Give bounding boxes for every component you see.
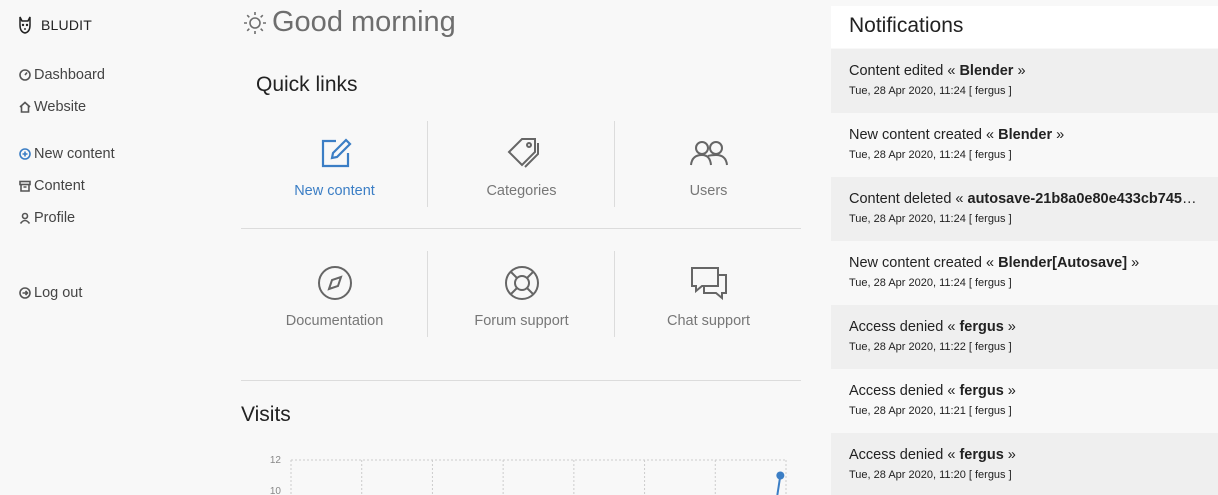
- visits-title: Visits: [241, 403, 291, 426]
- sidebar-item-dashboard[interactable]: Dashboard: [19, 67, 105, 83]
- notification-subject: fergus: [959, 447, 1004, 463]
- notification-suffix: »: [1003, 447, 1016, 463]
- notification-subject: fergus: [959, 319, 1004, 335]
- compass-icon: [317, 266, 352, 300]
- notification-suffix: »: [1003, 319, 1016, 335]
- notification-item[interactable]: Access denied « fergus » Tue, 28 Apr 202…: [831, 305, 1218, 369]
- sidebar-item-label: Content: [34, 178, 85, 194]
- notification-message: Content deleted « autosave-21b8a0e80e433…: [849, 191, 1200, 207]
- notification-prefix: Access denied «: [849, 319, 960, 335]
- chat-icon: [690, 267, 727, 301]
- sidebar-item-website[interactable]: Website: [19, 99, 86, 115]
- quick-links-row: Documentation Forum support Chat support: [241, 251, 801, 337]
- notification-item[interactable]: Access denied « fergus » Tue, 28 Apr 202…: [831, 433, 1218, 495]
- quick-link-label: Users: [689, 183, 728, 199]
- notification-item[interactable]: Content edited « Blender » Tue, 28 Apr 2…: [831, 49, 1218, 113]
- sidebar-item-label: New content: [34, 146, 115, 162]
- quick-link-label: Forum support: [474, 313, 569, 329]
- notifications-panel: Notifications Content edited « Blender »…: [831, 0, 1218, 495]
- notification-prefix: New content created «: [849, 127, 999, 143]
- notification-prefix: New content created «: [849, 255, 999, 271]
- sidebar-item-content[interactable]: Content: [19, 178, 85, 194]
- notification-subject: Blender: [998, 127, 1053, 143]
- edit-icon: [321, 138, 352, 168]
- greeting-text: Good morning: [272, 6, 456, 38]
- sidebar-item-label: Dashboard: [34, 67, 105, 83]
- users-icon: [689, 141, 728, 166]
- quick-links-title: Quick links: [256, 73, 358, 96]
- notification-subject: Blender[Autosave]: [998, 255, 1128, 271]
- notification-subject: fergus: [959, 383, 1004, 399]
- quick-link-categories[interactable]: Categories: [428, 121, 615, 207]
- notification-suffix: »: [1013, 63, 1026, 79]
- visits-chart: 12 10: [270, 455, 787, 495]
- sidebar-item-label: Website: [34, 99, 87, 115]
- notification-suffix: »: [1052, 127, 1065, 143]
- notification-meta: Tue, 28 Apr 2020, 11:24 [ fergus ]: [849, 213, 1012, 225]
- sun-icon: [244, 11, 266, 34]
- notification-meta: Tue, 28 Apr 2020, 11:24 [ fergus ]: [849, 149, 1012, 161]
- notification-message: Access denied « fergus »: [849, 319, 1200, 335]
- sidebar-item-new-content[interactable]: New content: [19, 146, 115, 162]
- greeting: Good morning: [242, 6, 456, 39]
- quick-link-chat-support[interactable]: Chat support: [615, 251, 802, 337]
- notification-item[interactable]: Access denied « fergus » Tue, 28 Apr 202…: [831, 369, 1218, 433]
- quick-link-label: Categories: [486, 183, 557, 199]
- home-icon: [19, 101, 31, 113]
- divider: [241, 380, 801, 381]
- notification-prefix: Access denied «: [849, 447, 960, 463]
- y-tick-label: 12: [270, 455, 282, 466]
- quick-link-label: Documentation: [285, 313, 384, 329]
- notification-message: Content edited « Blender »: [849, 63, 1200, 79]
- dashboard-icon: [19, 69, 31, 81]
- quick-links-row: New content Categories Users: [241, 121, 801, 207]
- notification-meta: Tue, 28 Apr 2020, 11:24 [ fergus ]: [849, 277, 1012, 289]
- chart-series: [776, 471, 785, 495]
- notification-suffix: »: [1127, 255, 1140, 271]
- notification-suffix: »: [1003, 383, 1016, 399]
- y-tick-label: 10: [270, 486, 282, 495]
- person-icon: [19, 212, 31, 224]
- archive-icon: [19, 180, 31, 192]
- tag-icon: [507, 138, 539, 168]
- quick-link-documentation[interactable]: Documentation: [241, 251, 428, 337]
- chart-grid: [290, 459, 787, 495]
- notification-prefix: Content edited «: [849, 63, 960, 79]
- sidebar-item-profile[interactable]: Profile: [19, 210, 75, 226]
- notifications-header: Notifications: [831, 6, 1218, 48]
- sidebar-item-label: Profile: [34, 210, 76, 226]
- data-point[interactable]: [776, 471, 785, 480]
- quick-link-users[interactable]: Users: [615, 121, 802, 207]
- notification-message: Access denied « fergus »: [849, 383, 1200, 399]
- lifebuoy-icon: [504, 266, 539, 300]
- notification-message: Access denied « fergus »: [849, 447, 1200, 463]
- notification-item[interactable]: Content deleted « autosave-21b8a0e80e433…: [831, 177, 1218, 241]
- notification-meta: Tue, 28 Apr 2020, 11:20 [ fergus ]: [849, 469, 1012, 481]
- brand[interactable]: BLUDIT: [18, 15, 92, 35]
- notification-item[interactable]: New content created « Blender » Tue, 28 …: [831, 113, 1218, 177]
- notification-message: New content created « Blender[Autosave] …: [849, 255, 1200, 271]
- notification-subject: Blender: [959, 63, 1014, 79]
- notification-meta: Tue, 28 Apr 2020, 11:24 [ fergus ]: [849, 85, 1012, 97]
- bludit-logo-icon: [19, 16, 31, 34]
- notification-item[interactable]: New content created « Blender[Autosave] …: [831, 241, 1218, 305]
- notifications-title: Notifications: [849, 14, 964, 37]
- notification-meta: Tue, 28 Apr 2020, 11:21 [ fergus ]: [849, 405, 1012, 417]
- notification-prefix: Access denied «: [849, 383, 960, 399]
- notification-message: New content created « Blender »: [849, 127, 1200, 143]
- sidebar: BLUDIT Dashboard Website New content Con…: [0, 0, 200, 495]
- logout-icon: [19, 287, 31, 299]
- sidebar-item-label: Log out: [34, 285, 83, 301]
- brand-name: BLUDIT: [41, 17, 92, 33]
- divider: [241, 228, 801, 229]
- sidebar-item-logout[interactable]: Log out: [19, 285, 82, 301]
- quick-link-label: Chat support: [666, 313, 751, 329]
- quick-link-new-content[interactable]: New content: [241, 121, 428, 207]
- notification-prefix: Content deleted «: [849, 191, 968, 207]
- notification-meta: Tue, 28 Apr 2020, 11:22 [ fergus ]: [849, 341, 1012, 353]
- notification-subject: autosave-21b8a0e80e433cb7453…: [967, 191, 1200, 207]
- plus-circle-icon: [19, 148, 31, 160]
- quick-link-forum-support[interactable]: Forum support: [428, 251, 615, 337]
- quick-link-label: New content: [294, 183, 375, 199]
